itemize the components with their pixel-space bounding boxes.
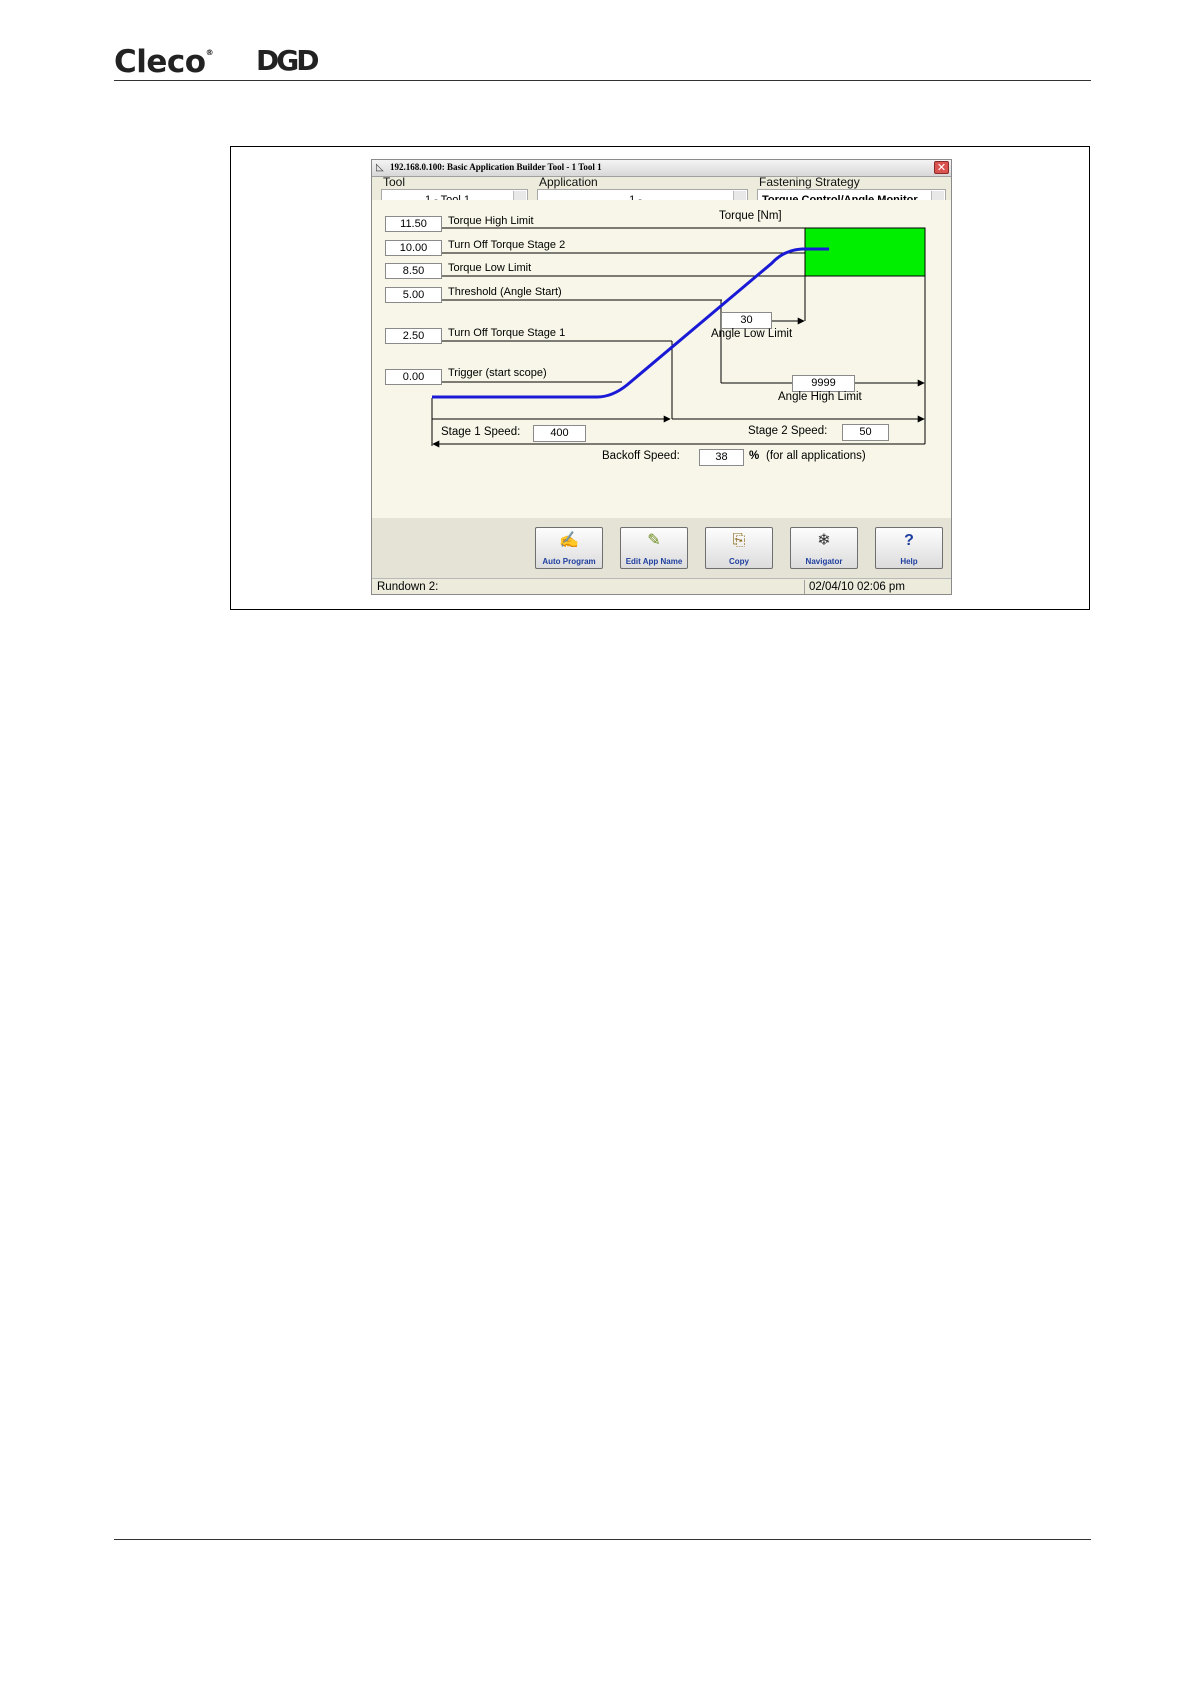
torque-axis-title: Torque [Nm] — [719, 210, 782, 222]
turn-off-torque-stage2-label: Turn Off Torque Stage 2 — [448, 239, 566, 251]
acceptance-window — [804, 227, 926, 277]
auto-program-button[interactable]: ✍ Auto Program — [535, 527, 603, 569]
app-icon: ◺ — [376, 162, 384, 173]
cleco-logo: Cleco® — [114, 44, 214, 80]
auto-program-icon: ✍ — [559, 532, 579, 549]
turn-off-torque-stage2-input[interactable]: 10.00 — [385, 240, 442, 256]
close-button[interactable]: ✕ — [934, 161, 949, 174]
torque-high-limit-label: Torque High Limit — [448, 215, 534, 227]
stage2-speed-input[interactable]: 50 — [842, 424, 889, 441]
stage2-speed-label: Stage 2 Speed: — [748, 425, 828, 437]
torque-low-limit-input[interactable]: 8.50 — [385, 263, 442, 279]
edit-app-name-button[interactable]: ✎ Edit App Name — [620, 527, 688, 569]
copy-icon: ⎘ — [732, 532, 746, 549]
angle-low-limit-input[interactable]: 30 — [721, 312, 772, 329]
status-datetime-box: 02/04/10 02:06 pm — [804, 580, 949, 594]
backoff-unit: % — [749, 450, 760, 462]
copy-button[interactable]: ⎘ Copy — [705, 527, 773, 569]
application-label: Application — [539, 175, 598, 189]
help-button[interactable]: ? Help — [875, 527, 943, 569]
navigator-icon: ❄ — [817, 532, 831, 549]
copy-label: Copy — [729, 557, 749, 566]
trigger-input[interactable]: 0.00 — [385, 369, 442, 385]
help-icon: ? — [904, 532, 914, 549]
strategy-label: Fastening Strategy — [759, 175, 860, 189]
dgd-logo: DGD — [256, 44, 319, 77]
pencil-icon: ✎ — [647, 532, 661, 549]
stage1-speed-label: Stage 1 Speed: — [441, 426, 521, 438]
backoff-note: (for all applications) — [766, 450, 866, 462]
angle-low-limit-label: Angle Low Limit — [711, 328, 793, 340]
backoff-speed-label: Backoff Speed: — [602, 450, 680, 462]
tool-label: Tool — [383, 175, 406, 189]
document-footer-line — [114, 1539, 1091, 1540]
threshold-input[interactable]: 5.00 — [385, 287, 442, 303]
document-header: Cleco® DGD — [114, 42, 1091, 81]
navigator-label: Navigator — [805, 557, 843, 566]
status-rundown: Rundown 2: — [377, 581, 439, 593]
turn-off-torque-stage1-input[interactable]: 2.50 — [385, 328, 442, 344]
status-datetime: 02/04/10 02:06 pm — [809, 581, 905, 593]
auto-program-label: Auto Program — [542, 557, 596, 566]
backoff-speed-input[interactable]: 38 — [699, 449, 744, 466]
trigger-label: Trigger (start scope) — [448, 367, 547, 379]
edit-app-name-label: Edit App Name — [625, 557, 683, 566]
help-label: Help — [900, 557, 918, 566]
torque-low-limit-label: Torque Low Limit — [448, 262, 532, 274]
status-bar: Rundown 2: 02/04/10 02:06 pm — [372, 578, 951, 594]
close-icon: ✕ — [936, 162, 947, 174]
angle-high-limit-label: Angle High Limit — [778, 391, 862, 403]
title-bar: ◺ 192.168.0.100: Basic Application Build… — [372, 160, 951, 177]
angle-high-limit-input[interactable]: 9999 — [792, 375, 855, 392]
torque-high-limit-input[interactable]: 11.50 — [385, 216, 442, 232]
stage1-speed-input[interactable]: 400 — [533, 425, 586, 442]
navigator-button[interactable]: ❄ Navigator — [790, 527, 858, 569]
threshold-label: Threshold (Angle Start) — [448, 286, 562, 298]
window-title: 192.168.0.100: Basic Application Builder… — [390, 162, 602, 172]
toolbar: ✍ Auto Program ✎ Edit App Name ⎘ Copy ❄ … — [372, 518, 951, 578]
app-window: ◺ 192.168.0.100: Basic Application Build… — [371, 159, 952, 595]
turn-off-torque-stage1-label: Turn Off Torque Stage 1 — [448, 327, 566, 339]
